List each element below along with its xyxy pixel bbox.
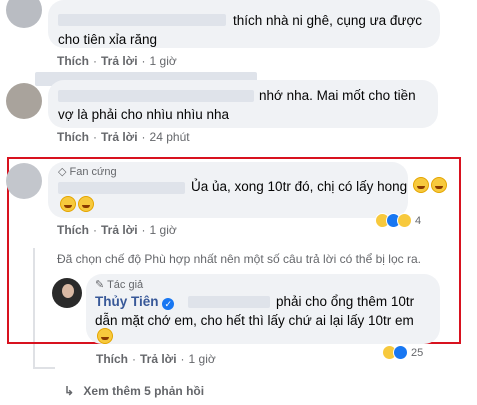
comment-actions: Thích · Trả lời · 1 giờ [57, 54, 177, 68]
laughing-emoji-icon [430, 177, 447, 193]
diamond-icon: ◇ [58, 166, 67, 178]
comment-text: thích nhà ni ghê, cụng ưa được [233, 13, 423, 28]
laughing-emoji-icon [97, 328, 113, 344]
reply-link[interactable]: Trả lời [101, 130, 138, 144]
timestamp[interactable]: 1 giờ [189, 352, 216, 366]
comment-emoji-line [58, 196, 94, 215]
reply-text-line1: phải cho ổng thêm 10tr [276, 294, 415, 309]
reaction-count: 25 [411, 346, 424, 359]
comment-actions: Thích · Trả lời · 1 giờ [57, 223, 177, 237]
comment-text-line2: cho tiên xỉa răng [58, 32, 158, 47]
like-reaction-icon [393, 345, 408, 360]
reply-text: Thủy Tiên ✓ [95, 292, 175, 311]
timestamp[interactable]: 1 giờ [150, 223, 177, 237]
avatar[interactable] [6, 163, 42, 199]
author-badge-label: Tác giả [107, 279, 144, 291]
redacted-name [58, 90, 254, 102]
author-badge: ✎ Tác giả [95, 278, 143, 291]
reply-emoji-line [95, 328, 113, 347]
avatar[interactable] [6, 83, 42, 119]
author-avatar[interactable] [52, 278, 82, 308]
timestamp[interactable]: 24 phút [150, 130, 190, 144]
like-link[interactable]: Thích [57, 54, 89, 68]
reply-link[interactable]: Trả lời [140, 352, 177, 366]
redacted-name [58, 182, 185, 194]
redacted-name [58, 14, 226, 26]
comment-text-line2: vợ là phải cho nhìu nhìu nha [58, 107, 229, 122]
like-link[interactable]: Thích [57, 223, 89, 237]
timestamp[interactable]: 1 giờ [150, 54, 177, 68]
laughing-emoji-icon [78, 196, 94, 212]
comment-text: nhớ nha. Mai mốt cho tiền [259, 88, 416, 103]
like-link[interactable]: Thích [57, 130, 89, 144]
wow-reaction-icon [397, 213, 412, 228]
reaction-summary[interactable]: 4 [375, 213, 421, 228]
comment-actions: Thích · Trả lời · 24 phút [57, 130, 190, 144]
avatar-face-shape [62, 284, 74, 298]
verified-badge-icon: ✓ [162, 298, 175, 310]
redacted-name [188, 296, 270, 308]
reaction-count: 4 [415, 214, 422, 227]
reply-actions: Thích · Trả lời · 1 giờ [96, 352, 216, 366]
laughing-emoji-icon [60, 196, 76, 212]
fan-badge: ◇ Fan cứng [58, 165, 117, 178]
comment-text: Ủa ủa, xong 10tr đó, chị có lấy hong [191, 177, 447, 196]
author-name[interactable]: Thủy Tiên [95, 294, 159, 309]
reply-arrow-icon: ↳ [64, 384, 75, 398]
laughing-emoji-icon [412, 177, 429, 193]
thread-line [33, 367, 55, 369]
reaction-summary[interactable]: 25 [382, 345, 423, 360]
pen-icon: ✎ [95, 279, 105, 291]
reply-link[interactable]: Trả lời [101, 223, 138, 237]
avatar[interactable] [6, 0, 42, 28]
filter-notice: Đã chọn chế độ Phù hợp nhất nên một số c… [57, 252, 421, 266]
reply-link[interactable]: Trả lời [101, 54, 138, 68]
reply-text-line2: dẫn mặt chớ em, cho hết thì lấy chứ ai l… [95, 313, 414, 328]
like-link[interactable]: Thích [96, 352, 128, 366]
more-replies-link[interactable]: ↳ Xem thêm 5 phản hồi [64, 384, 208, 398]
fan-badge-label: Fan cứng [69, 166, 117, 178]
